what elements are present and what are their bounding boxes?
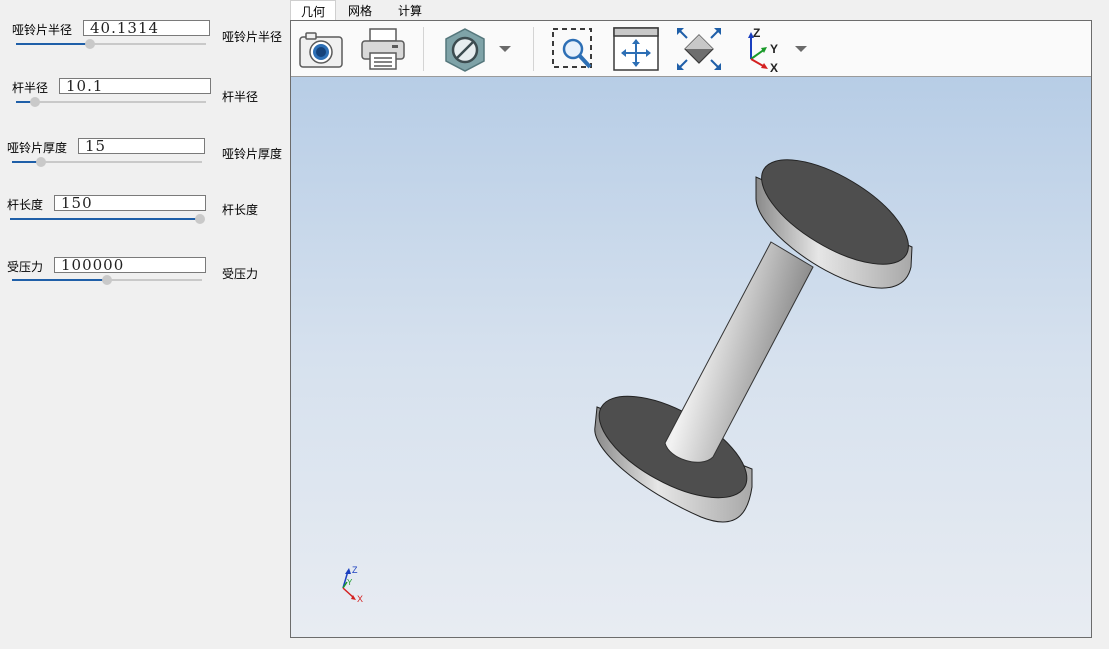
fit-all-icon[interactable] <box>674 25 724 73</box>
param-row-disc-thickness: 哑铃片厚度 15 哑铃片厚度 <box>0 136 290 186</box>
chevron-down-icon[interactable] <box>794 43 808 53</box>
toolbar-axis-z-label: Z <box>753 26 760 40</box>
param-side-label-pressure: 受压力 <box>222 267 259 281</box>
3d-scene-viewport[interactable]: Z Y X <box>291 77 1091 637</box>
tab-geometry[interactable]: 几何 <box>290 0 337 22</box>
disc-radius-slider[interactable] <box>16 39 206 49</box>
param-label-rod-length: 杆长度 <box>7 198 44 212</box>
param-side-label-disc-thickness: 哑铃片厚度 <box>222 147 283 161</box>
param-side-label-disc-radius: 哑铃片半径 <box>222 30 283 44</box>
disc-thickness-slider[interactable] <box>12 157 202 167</box>
zoom-box-icon[interactable] <box>548 25 598 73</box>
disc-thickness-slider-handle[interactable] <box>35 157 46 167</box>
rod-length-slider-handle[interactable] <box>195 214 205 224</box>
rod-length-input[interactable]: 150 <box>54 195 206 211</box>
disc-radius-slider-handle[interactable] <box>85 39 96 49</box>
tab-mesh[interactable]: 网格 <box>338 2 382 20</box>
toolbar-axis-y-label: Y <box>770 42 778 56</box>
param-row-disc-radius: 哑铃片半径 40.1314 哑铃片半径 <box>0 18 290 68</box>
toolbar-separator <box>533 27 534 71</box>
tab-compute[interactable]: 计算 <box>388 2 432 20</box>
axes-view-icon[interactable]: Z Y X <box>739 25 789 75</box>
viewer-toolbar: Z Y X <box>291 21 1091 77</box>
disc-radius-input[interactable]: 40.1314 <box>83 20 210 36</box>
pressure-slider-fill <box>12 279 107 281</box>
pressure-slider[interactable] <box>12 275 202 285</box>
axis-triad: Z Y X <box>342 565 363 604</box>
rod-length-slider[interactable] <box>10 214 205 224</box>
tab-bar: 几何 网格 计算 <box>290 0 1090 22</box>
param-label-disc-radius: 哑铃片半径 <box>12 23 73 37</box>
triad-x-label: X <box>357 594 363 604</box>
toolbar-separator <box>423 27 424 71</box>
dumbbell-model[interactable] <box>584 139 924 523</box>
rod-radius-input[interactable]: 10.1 <box>59 78 211 94</box>
triad-z-label: Z <box>352 565 358 575</box>
rod-radius-slider-handle[interactable] <box>30 97 40 107</box>
print-icon[interactable] <box>358 25 408 73</box>
rod <box>664 241 814 463</box>
param-row-pressure: 受压力 100000 受压力 <box>0 255 290 305</box>
pressure-slider-handle[interactable] <box>102 275 112 285</box>
param-row-rod-length: 杆长度 150 杆长度 <box>0 193 290 243</box>
pressure-input[interactable]: 100000 <box>54 257 206 273</box>
screenshot-camera-icon[interactable] <box>296 25 346 73</box>
param-side-label-rod-radius: 杆半径 <box>222 90 259 104</box>
chevron-down-icon[interactable] <box>498 43 512 53</box>
disc-radius-slider-fill <box>16 43 91 45</box>
3d-viewer-frame: Z Y X Z Y X <box>290 20 1092 638</box>
display-mode-icon[interactable] <box>440 25 490 73</box>
param-side-label-rod-length: 杆长度 <box>222 203 259 217</box>
disc-thickness-input[interactable]: 15 <box>78 138 205 154</box>
rod-radius-slider[interactable] <box>16 97 206 107</box>
rod-length-slider-fill <box>10 218 200 220</box>
param-label-pressure: 受压力 <box>7 260 44 274</box>
triad-y-label: Y <box>347 578 353 587</box>
param-label-disc-thickness: 哑铃片厚度 <box>7 141 68 155</box>
param-row-rod-radius: 杆半径 10.1 杆半径 <box>0 76 290 126</box>
pan-icon[interactable] <box>611 25 661 73</box>
toolbar-axis-x-label: X <box>770 61 778 73</box>
param-label-rod-radius: 杆半径 <box>12 81 49 95</box>
